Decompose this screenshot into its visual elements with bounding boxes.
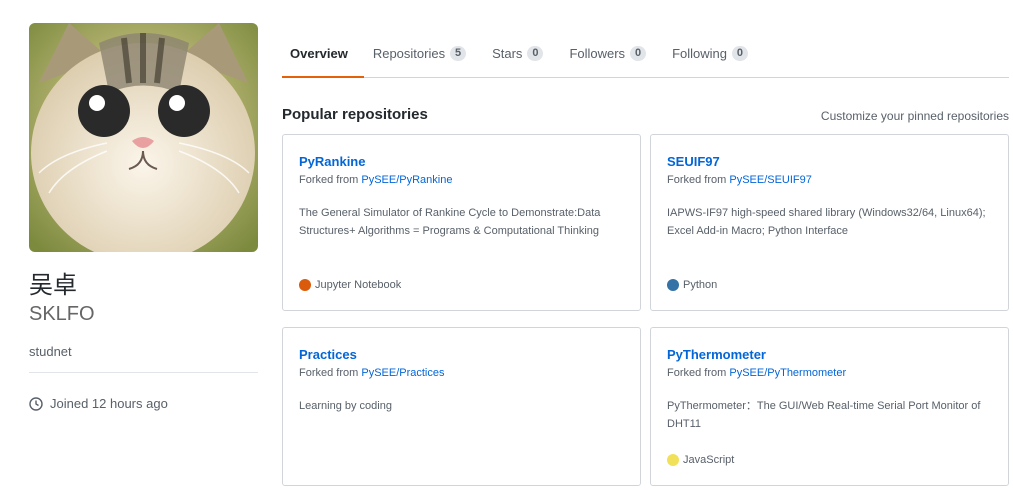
tab-overview[interactable]: Overview [282, 30, 364, 78]
repo-language: JavaScript [667, 452, 734, 468]
tab-label: Followers [569, 46, 626, 61]
repo-description: PyThermometer：The GUI/Web Real-time Seri… [667, 400, 981, 430]
tab-followers[interactable]: Followers 0 [560, 30, 663, 77]
tab-following[interactable]: Following 0 [663, 30, 765, 77]
popular-repositories-heading: Popular repositories [282, 106, 428, 123]
repo-name-link[interactable]: PyRankine [299, 153, 624, 171]
fork-prefix: Forked from [299, 367, 362, 379]
language-color-dot [667, 279, 679, 291]
tab-repositories[interactable]: Repositories 5 [364, 30, 483, 77]
repo-card: SEUIF97 Forked from PySEE/SEUIF97 IAPWS-… [650, 134, 1009, 311]
tab-label: Stars [492, 46, 523, 61]
language-name: Jupyter Notebook [315, 279, 402, 291]
customize-pinned-link[interactable]: Customize your pinned repositories [821, 108, 1009, 124]
repo-description: IAPWS-IF97 high-speed shared library (Wi… [667, 207, 986, 237]
fork-info: Forked from PySEE/SEUIF97 [667, 172, 992, 188]
language-name: Python [683, 279, 718, 291]
profile-full-name: 吴卓 [29, 271, 77, 299]
fork-source-link[interactable]: PySEE/PyThermometer [729, 367, 846, 379]
repo-card: Practices Forked from PySEE/Practices Le… [282, 327, 641, 486]
repo-name-link[interactable]: SEUIF97 [667, 153, 992, 171]
repo-card: PyThermometer Forked from PySEE/PyThermo… [650, 327, 1009, 486]
fork-source-link[interactable]: PySEE/Practices [361, 367, 444, 379]
divider [29, 372, 258, 373]
tab-label: Overview [290, 46, 348, 61]
profile-username: SKLFO [29, 303, 95, 325]
repo-name-link[interactable]: PyThermometer [667, 346, 992, 364]
language-color-dot [667, 454, 679, 466]
language-name: JavaScript [683, 454, 735, 466]
clock-icon [29, 397, 43, 411]
repo-language: Jupyter Notebook [299, 277, 401, 293]
fork-prefix: Forked from [667, 367, 730, 379]
repo-name-link[interactable]: Practices [299, 346, 624, 364]
fork-source-link[interactable]: PySEE/SEUIF97 [729, 174, 812, 186]
repo-card: PyRankine Forked from PySEE/PyRankine Th… [282, 134, 641, 311]
fork-prefix: Forked from [667, 174, 730, 186]
joined-text: Joined 12 hours ago [50, 396, 168, 411]
tab-stars[interactable]: Stars 0 [483, 30, 560, 77]
fork-info: Forked from PySEE/PyRankine [299, 172, 624, 188]
avatar[interactable] [29, 23, 258, 252]
tab-counter: 0 [527, 46, 544, 61]
cat-avatar-image [29, 23, 258, 252]
language-color-dot [299, 279, 311, 291]
repo-description: Learning by coding [299, 400, 392, 412]
tab-counter: 0 [731, 46, 748, 61]
tab-counter: 5 [450, 46, 467, 61]
fork-source-link[interactable]: PySEE/PyRankine [361, 174, 452, 186]
fork-info: Forked from PySEE/Practices [299, 365, 624, 381]
profile-bio: studnet [29, 344, 72, 359]
repo-description: The General Simulator of Rankine Cycle t… [299, 207, 601, 237]
profile-tabs: Overview Repositories 5 Stars 0 Follower… [282, 30, 1009, 78]
fork-info: Forked from PySEE/PyThermometer [667, 365, 992, 381]
fork-prefix: Forked from [299, 174, 362, 186]
tab-label: Following [672, 46, 727, 61]
tab-counter: 0 [630, 46, 647, 61]
tab-label: Repositories [372, 46, 446, 61]
joined-info: Joined 12 hours ago [29, 395, 168, 413]
repo-language: Python [667, 277, 717, 293]
